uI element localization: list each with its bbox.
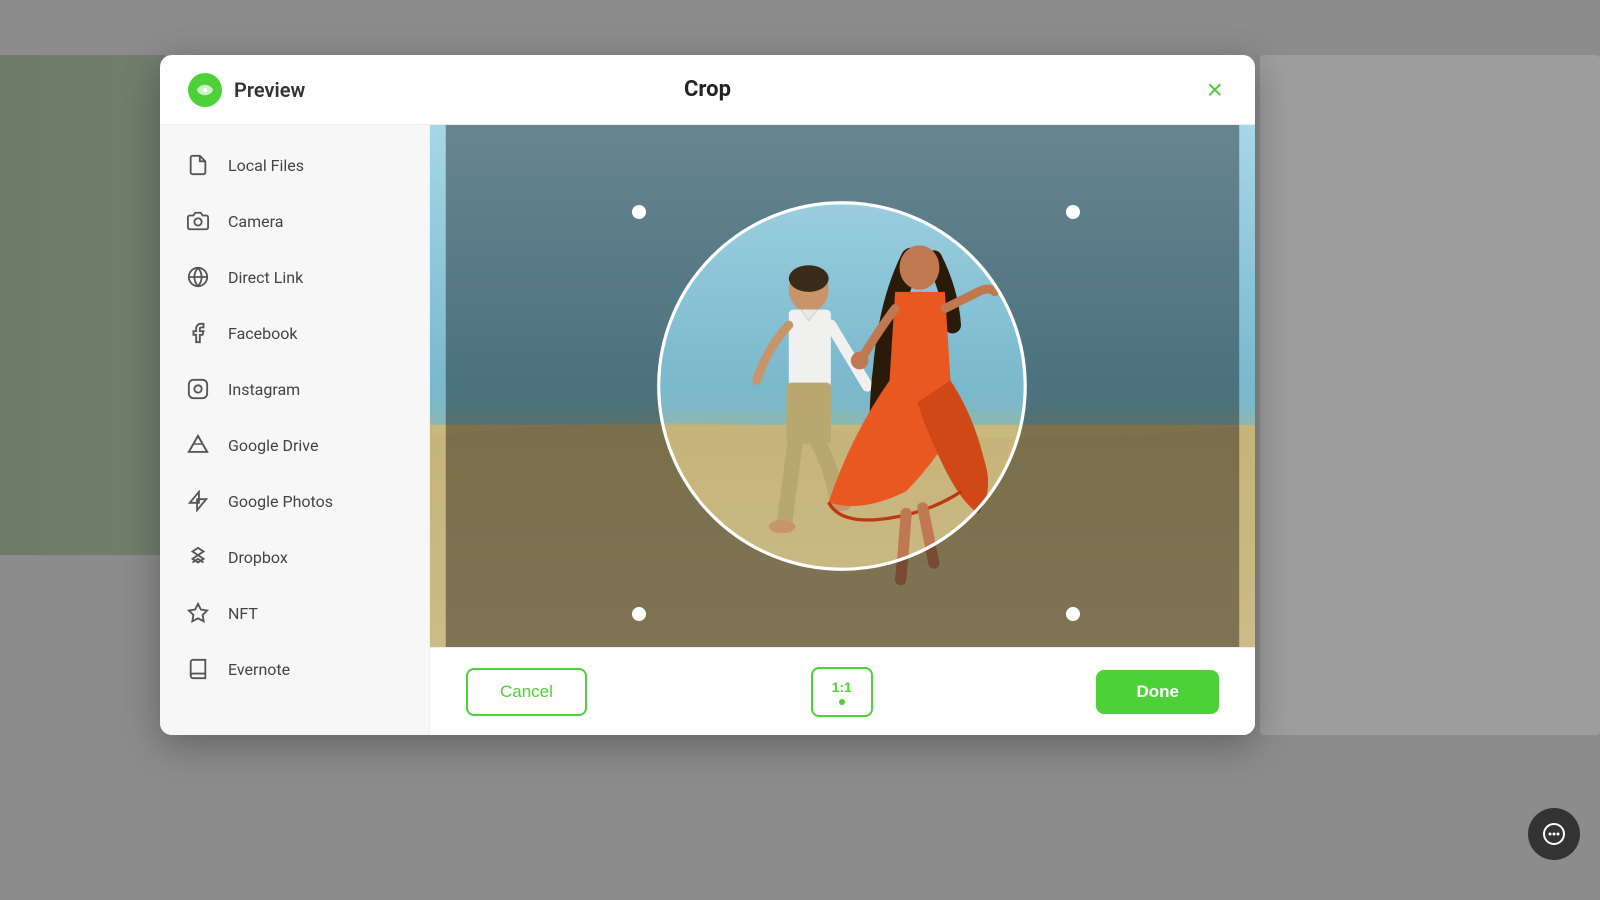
done-button[interactable]: Done — [1096, 670, 1219, 714]
crop-handle-top-right[interactable] — [1066, 205, 1080, 219]
evernote-icon — [184, 655, 212, 683]
cancel-button[interactable]: Cancel — [466, 668, 587, 716]
sidebar-item-local-files[interactable]: Local Files — [160, 137, 429, 193]
modal-header: Preview Crop × — [160, 55, 1255, 125]
sidebar-label-evernote: Evernote — [228, 660, 290, 679]
preview-label: Preview — [234, 78, 305, 102]
modal-body: Local Files Camera — [160, 125, 1255, 735]
crop-overlay-svg — [430, 125, 1255, 647]
sidebar-label-google-drive: Google Drive — [228, 436, 318, 455]
sidebar-item-camera[interactable]: Camera — [160, 193, 429, 249]
crop-handle-top-left[interactable] — [632, 205, 646, 219]
chat-bubble[interactable] — [1528, 808, 1580, 860]
ratio-label: 1:1 — [832, 679, 852, 695]
nft-icon — [184, 599, 212, 627]
crop-handle-bottom-left[interactable] — [632, 607, 646, 621]
sidebar-item-evernote[interactable]: Evernote — [160, 641, 429, 697]
instagram-icon — [184, 375, 212, 403]
sidebar-item-dropbox[interactable]: Dropbox — [160, 529, 429, 585]
camera-icon — [184, 207, 212, 235]
crop-modal: Preview Crop × Local Files — [160, 55, 1255, 735]
crop-footer: Cancel 1:1 Done — [430, 647, 1255, 735]
sidebar-label-direct-link: Direct Link — [228, 268, 303, 287]
google-drive-icon — [184, 431, 212, 459]
sidebar-item-instagram[interactable]: Instagram — [160, 361, 429, 417]
ratio-button[interactable]: 1:1 — [811, 667, 873, 717]
preview-section: Preview — [188, 73, 468, 107]
sidebar-label-instagram: Instagram — [228, 380, 300, 399]
sidebar-item-google-drive[interactable]: Google Drive — [160, 417, 429, 473]
sidebar-item-google-photos[interactable]: Google Photos — [160, 473, 429, 529]
sidebar: Local Files Camera — [160, 125, 430, 735]
chat-icon — [1542, 822, 1566, 846]
sidebar-item-direct-link[interactable]: Direct Link — [160, 249, 429, 305]
preview-icon-circle — [188, 73, 222, 107]
crop-area: Cancel 1:1 Done — [430, 125, 1255, 735]
sidebar-label-dropbox: Dropbox — [228, 548, 288, 567]
ratio-dot — [839, 699, 845, 705]
facebook-icon — [184, 319, 212, 347]
sidebar-item-nft[interactable]: NFT — [160, 585, 429, 641]
dropbox-icon — [184, 543, 212, 571]
modal-title: Crop — [684, 77, 731, 102]
crop-canvas[interactable] — [430, 125, 1255, 647]
sidebar-label-camera: Camera — [228, 212, 283, 231]
close-button[interactable]: × — [1203, 72, 1227, 108]
sidebar-label-facebook: Facebook — [228, 324, 297, 343]
sidebar-label-google-photos: Google Photos — [228, 492, 333, 511]
sidebar-label-local-files: Local Files — [228, 156, 304, 175]
sidebar-label-nft: NFT — [228, 604, 258, 623]
direct-link-icon — [184, 263, 212, 291]
google-photos-icon — [184, 487, 212, 515]
local-files-icon — [184, 151, 212, 179]
sidebar-item-facebook[interactable]: Facebook — [160, 305, 429, 361]
preview-icon — [196, 81, 214, 99]
crop-overlay — [430, 125, 1255, 647]
crop-handle-bottom-right[interactable] — [1066, 607, 1080, 621]
